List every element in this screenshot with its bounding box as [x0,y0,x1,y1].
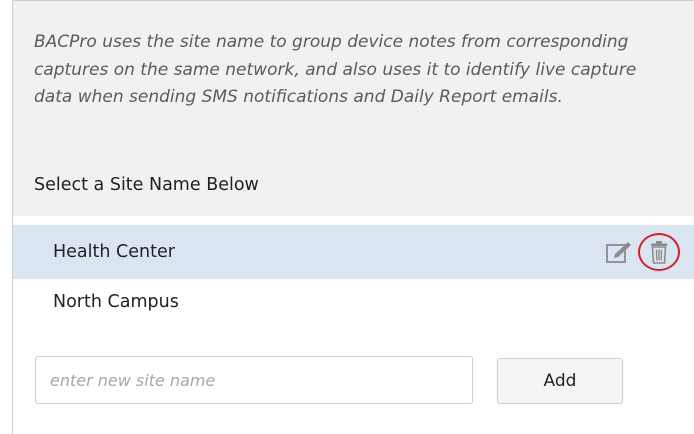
new-site-name-input[interactable] [35,356,473,404]
panel-header: BACPro uses the site name to group devic… [13,1,694,216]
add-site-button[interactable]: Add [497,358,623,404]
site-row-north-campus[interactable]: North Campus [13,279,694,327]
site-list: Health Center North Campus [13,225,694,327]
edit-icon [606,242,631,263]
site-row-health-center[interactable]: Health Center [13,225,694,279]
trash-icon [651,241,667,264]
row-actions [604,233,680,271]
site-row-label: North Campus [53,292,179,312]
site-name-panel: BACPro uses the site name to group devic… [12,0,694,434]
site-name-description: BACPro uses the site name to group devic… [34,32,637,107]
site-row-label: Health Center [53,242,175,262]
section-title: Select a Site Name Below [34,175,259,195]
delete-site-button[interactable] [638,233,680,271]
edit-site-button[interactable] [604,237,634,267]
add-site-row: Add [35,356,675,408]
